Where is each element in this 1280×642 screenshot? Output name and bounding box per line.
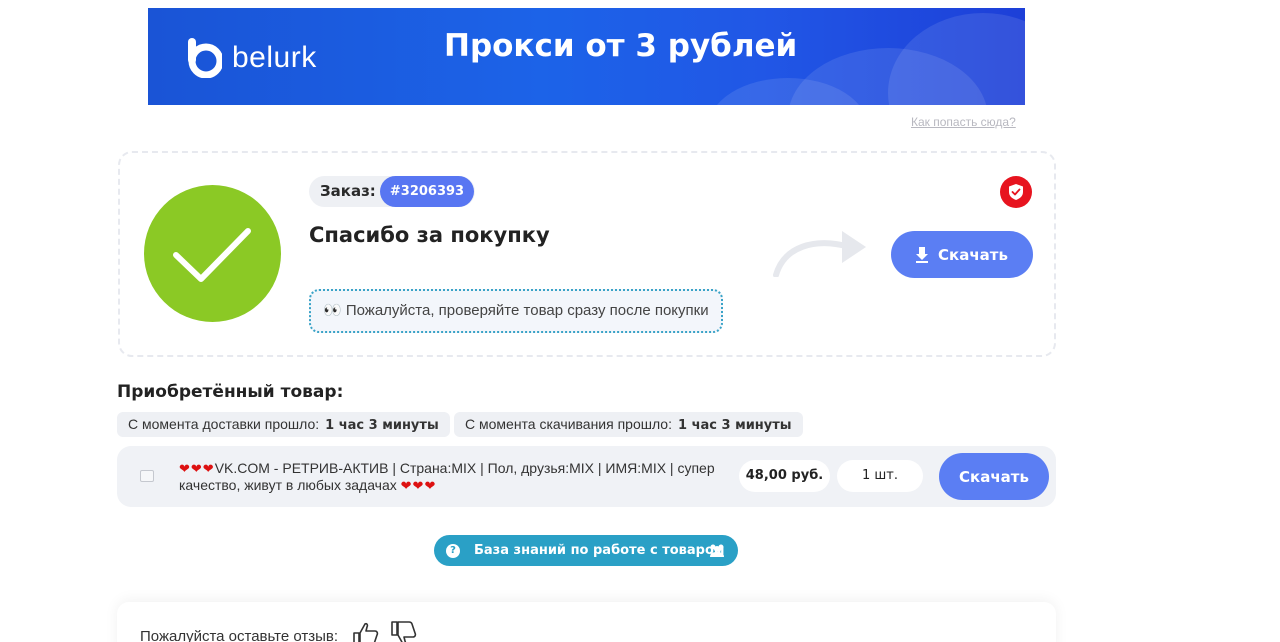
product-title-line1: VK.COM - РЕТРИВ-АКТИВ | Страна:MIX | Пол… xyxy=(214,460,715,476)
review-prompt: Пожалуйста оставьте отзыв: xyxy=(140,628,339,642)
since-download-value: 1 час 3 минуты xyxy=(678,418,792,433)
product-quantity: 1 шт. xyxy=(837,460,923,492)
curved-arrow-icon xyxy=(773,231,866,277)
purchased-goods-title: Приобретённый товар: xyxy=(117,382,344,402)
review-card: Пожалуйста оставьте отзыв: xyxy=(117,602,1056,642)
order-number-badge: #3206393 xyxy=(380,176,474,207)
product-title: ❤❤❤VK.COM - РЕТРИВ-АКТИВ | Страна:MIX | … xyxy=(179,460,729,494)
shield-icon[interactable] xyxy=(1000,176,1032,208)
download-order-label: Скачать xyxy=(938,245,1008,264)
knowledge-base-label: База знаний по работе с товаром xyxy=(474,543,725,558)
hearts-icon: ❤❤❤ xyxy=(400,478,437,493)
order-card: Заказ: #3206393 Спасибо за покупку 👀 Пож… xyxy=(118,151,1056,357)
knowledge-base-button[interactable]: ? База знаний по работе с товаром xyxy=(434,535,738,566)
product-row: ❤❤❤VK.COM - РЕТРИВ-АКТИВ | Страна:MIX | … xyxy=(117,446,1056,507)
since-download-pill: С момента скачивания прошло: 1 час 3 мину… xyxy=(454,412,803,437)
belurk-logo-icon xyxy=(188,38,222,78)
since-download-label: С момента скачивания прошло: xyxy=(465,416,672,432)
since-delivery-pill: С момента доставки прошло: 1 час 3 минуты xyxy=(117,412,450,437)
hearts-icon: ❤❤❤ xyxy=(179,461,215,476)
promo-banner[interactable]: belurk Прокси от 3 рублей xyxy=(148,8,1025,105)
banner-cloud-decoration xyxy=(888,13,1025,105)
product-price: 48,00 руб. xyxy=(739,460,830,492)
question-icon: ? xyxy=(446,543,460,558)
since-delivery-label: С момента доставки прошло: xyxy=(128,416,320,432)
how-to-advertise-link[interactable]: Как попасть сюда? xyxy=(911,115,1016,129)
thumbs-up-icon[interactable] xyxy=(351,621,379,642)
check-goods-notice: 👀 Пожалуйста, проверяйте товар сразу пос… xyxy=(309,289,723,333)
page-title: Спасибо за покупку xyxy=(309,223,550,247)
thumbs-down-icon[interactable] xyxy=(389,621,417,642)
download-product-button[interactable]: Скачать xyxy=(939,453,1049,500)
download-arrow-icon xyxy=(916,246,929,263)
since-delivery-value: 1 час 3 минуты xyxy=(325,418,439,433)
banner-headline: Прокси от 3 рублей xyxy=(444,28,798,64)
download-order-button[interactable]: Скачать xyxy=(891,231,1033,278)
success-check-icon xyxy=(144,185,281,322)
banner-logo-text: belurk xyxy=(232,41,317,74)
product-image-placeholder-icon xyxy=(140,470,154,482)
product-title-line2: качество, живут в любых задачах xyxy=(179,477,397,493)
users-icon xyxy=(710,544,724,557)
